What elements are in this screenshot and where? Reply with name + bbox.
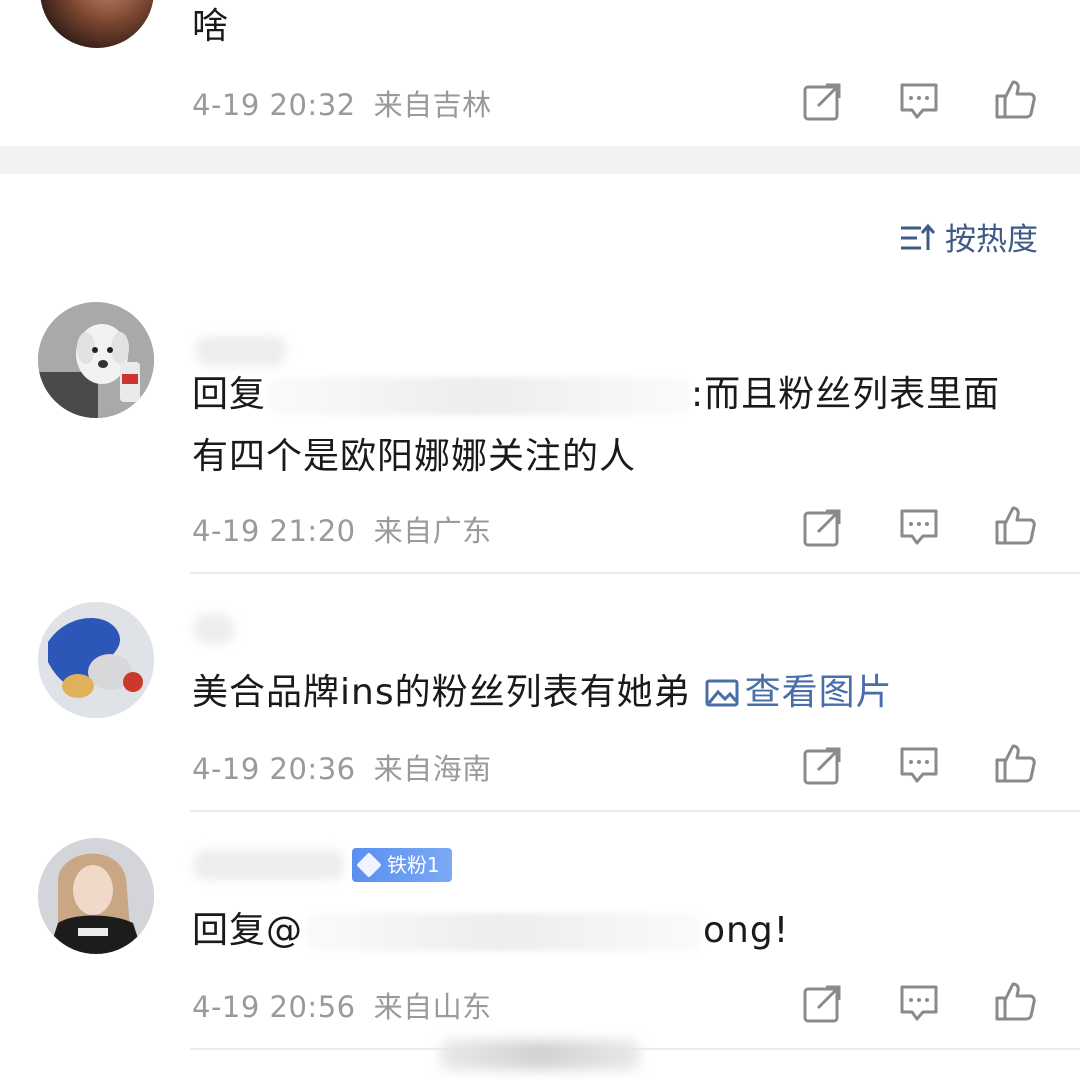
comment-meta: 4-19 21:20 来自广东 (192, 508, 492, 550)
comment-location: 来自山东 (373, 990, 492, 1024)
comment-meta: 4-19 20:36 来自海南 (192, 746, 492, 788)
comment-text-body: 美合品牌ins的粉丝列表有她弟 (192, 672, 691, 713)
username-redacted (194, 850, 344, 880)
like-icon[interactable] (994, 980, 1036, 1022)
comment-icon[interactable] (898, 80, 940, 122)
redacted-username (266, 377, 692, 415)
comment-location: 来自吉林 (373, 88, 492, 122)
redacted-username (303, 913, 704, 951)
reply-prefix: 回复 (192, 374, 267, 415)
avatar[interactable] (40, 0, 154, 48)
comment-divider (190, 572, 1080, 574)
username-redacted (194, 614, 234, 644)
comment-meta: 4-19 20:56 来自山东 (192, 984, 492, 1026)
comment-location: 来自海南 (373, 752, 492, 786)
comment-meta: 4-19 20:32 来自吉林 (192, 82, 492, 124)
share-icon[interactable] (802, 80, 844, 122)
comment-text-line1: :而且粉丝列表里面 (691, 374, 1001, 415)
share-icon[interactable] (802, 982, 844, 1024)
sort-by-hot-button[interactable]: 按热度 (899, 214, 1038, 259)
comment-icon[interactable] (898, 744, 940, 786)
share-icon[interactable] (802, 506, 844, 548)
comment-text: 回复 :而且粉丝列表里面 (192, 364, 1000, 426)
avatar[interactable] (38, 838, 154, 954)
comment-date: 4-19 20:32 (192, 88, 356, 122)
diamond-icon (356, 852, 382, 878)
comment-text-line2: 有四个是欧阳娜娜关注的人 (192, 436, 637, 477)
comment-date: 4-19 21:20 (192, 514, 356, 548)
fan-level-badge: 铁粉1 (352, 848, 452, 882)
comment-icon[interactable] (898, 506, 940, 548)
like-icon[interactable] (994, 742, 1036, 784)
avatar[interactable] (38, 302, 154, 418)
like-icon[interactable] (994, 504, 1036, 546)
section-divider (0, 146, 1080, 174)
view-image-label: 查看图片 (744, 672, 893, 713)
image-icon (705, 665, 739, 707)
badge-label: 铁粉1 (387, 853, 440, 877)
comment-text: 美合品牌ins的粉丝列表有她弟 查看图片 (192, 662, 893, 724)
comment-divider (190, 810, 1080, 812)
comment-text: 回复@ ong! (192, 900, 789, 962)
view-image-link[interactable]: 查看图片 (691, 672, 893, 713)
watermark-redacted (440, 1040, 640, 1070)
avatar[interactable] (38, 602, 154, 718)
sort-label: 按热度 (945, 222, 1038, 258)
share-icon[interactable] (802, 744, 844, 786)
username-redacted (196, 336, 286, 366)
sort-icon (899, 222, 936, 254)
comment-location: 来自广东 (373, 514, 492, 548)
comment-date: 4-19 20:36 (192, 752, 356, 786)
comment-text-tail: ong! (703, 910, 790, 951)
like-icon[interactable] (994, 78, 1036, 120)
comment-text: 啥 (192, 6, 230, 47)
reply-prefix: 回复@ (192, 910, 304, 951)
comment-icon[interactable] (898, 982, 940, 1024)
comment-date: 4-19 20:56 (192, 990, 356, 1024)
